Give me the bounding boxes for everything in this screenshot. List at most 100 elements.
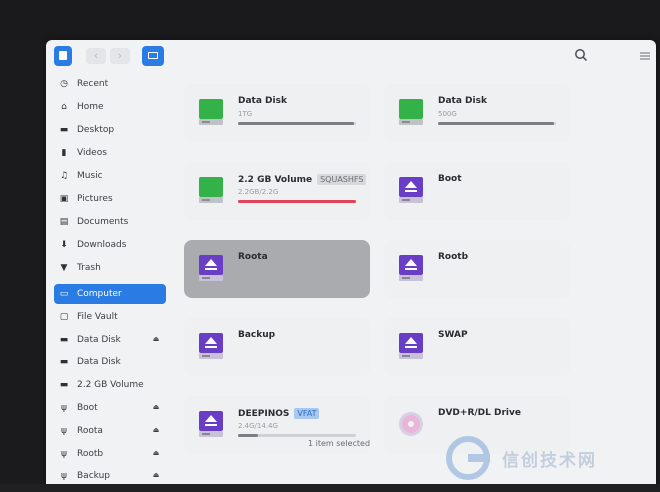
sidebar-item-home[interactable]: ⌂ Home	[54, 97, 166, 117]
device-name: 2.2 GB Volume SQUASHFS	[238, 174, 367, 185]
sidebar-item-videos[interactable]: ▮ Videos	[54, 143, 166, 163]
sidebar-item-label: Backup	[77, 471, 110, 482]
removable-disk-icon	[399, 177, 423, 203]
sidebar-item-data-disk[interactable]: ▬ Data Disk ⏏	[54, 330, 166, 350]
usage-bar	[438, 122, 556, 125]
video-icon: ▮	[61, 148, 67, 158]
sidebar-item-label: File Vault	[77, 311, 118, 322]
file-manager-logo-icon	[54, 46, 72, 66]
device-name: Boot	[438, 174, 462, 184]
device-card-swap[interactable]: SWAP	[384, 318, 570, 376]
eject-icon[interactable]: ⏏	[152, 403, 160, 411]
sidebar-item-label: Boot	[77, 403, 98, 413]
device-name: DVD+R/DL Drive	[438, 408, 521, 418]
device-name-text: Data Disk	[238, 96, 287, 106]
removable-disk-icon	[199, 411, 223, 437]
usb-icon: ψ	[61, 448, 67, 459]
usage-bar-fill	[238, 434, 259, 437]
sidebar-item-2-2-gb-volume[interactable]: ▬ 2.2 GB Volume	[54, 375, 166, 395]
sidebar-item-recent[interactable]: ◷ Recent	[54, 74, 166, 94]
eject-icon[interactable]: ⏏	[152, 471, 160, 479]
eject-icon[interactable]: ⏏	[152, 426, 160, 434]
sidebar-item-label: Roota	[77, 425, 103, 436]
sidebar-item-label: Rootb	[77, 448, 104, 459]
sidebar-item-label: 2.2 GB Volume	[77, 380, 144, 391]
device-name: Data Disk	[238, 96, 287, 106]
removable-disk-icon	[199, 255, 223, 281]
sidebar-item-label: Recent	[77, 79, 109, 89]
hard-disk-icon	[399, 99, 423, 125]
home-icon: ⌂	[61, 102, 67, 112]
sidebar-item-label: Desktop	[77, 125, 115, 135]
filesystem-badge: VFAT	[294, 408, 320, 419]
sidebar-item-music[interactable]: ♫ Music	[54, 166, 166, 186]
picture-icon: ▣	[59, 194, 69, 204]
eject-icon[interactable]: ⏏	[152, 449, 160, 457]
sidebar-item-label: Trash	[77, 263, 101, 273]
computer-icon: ▭	[59, 289, 69, 299]
device-name: Backup	[238, 330, 275, 340]
device-card-boot[interactable]: Boot	[384, 162, 570, 220]
usage-bar	[238, 434, 356, 437]
forward-button[interactable]: ›	[110, 48, 130, 64]
device-name-text: Backup	[238, 330, 276, 340]
search-icon[interactable]	[574, 48, 588, 62]
usb-icon: ψ	[61, 403, 67, 413]
device-name-text: Boot	[438, 174, 462, 184]
sidebar-item-label: Computer	[77, 289, 122, 299]
usage-bar	[238, 122, 356, 125]
computer-view: Data Disk 1TG Data Disk 500G 2.2 GB Volume SQ…	[170, 72, 656, 486]
device-card-backup[interactable]: Backup	[184, 318, 370, 376]
device-capacity: 1TG	[238, 110, 253, 118]
sidebar: ◷ Recent ⌂ Home ▬ Desktop ▮ Videos ♫ Music ▣ Pictur…	[46, 72, 170, 486]
usb-icon: ψ	[61, 425, 67, 436]
sidebar-item-label: Pictures	[77, 194, 113, 204]
usage-bar-fill	[238, 200, 356, 203]
filesystem-badge: SQUASHFS	[317, 174, 367, 185]
removable-disk-icon	[199, 333, 223, 359]
device-name: SWAP	[438, 330, 468, 340]
disk-icon: ▬	[59, 357, 69, 368]
watermark-logo-icon	[446, 436, 490, 480]
sidebar-item-documents[interactable]: ▤ Documents	[54, 212, 166, 232]
music-icon: ♫	[59, 171, 69, 181]
monitor-bezel	[0, 0, 660, 40]
disk-icon: ▬	[59, 380, 69, 391]
sidebar-item-rootb[interactable]: ψ Rootb ⏏	[54, 444, 166, 464]
device-capacity: 2.4G/14.4G	[238, 422, 278, 430]
monitor-bezel-bottom	[0, 484, 660, 492]
device-capacity: 2.2GB/2.2G	[238, 188, 279, 196]
sidebar-item-pictures[interactable]: ▣ Pictures	[54, 189, 166, 209]
hard-disk-icon	[199, 99, 223, 125]
sidebar-item-desktop[interactable]: ▬ Desktop	[54, 120, 166, 140]
device-card-data-disk[interactable]: Data Disk 500G	[384, 84, 570, 142]
sidebar-item-downloads[interactable]: ⬇ Downloads	[54, 235, 166, 255]
sidebar-item-data-disk[interactable]: ▬ Data Disk	[54, 352, 166, 372]
device-name-text: DVD+R/DL Drive	[438, 408, 521, 418]
view-mode-button[interactable]	[142, 46, 164, 66]
sidebar-item-boot[interactable]: ψ Boot ⏏	[54, 398, 166, 418]
sidebar-item-label: Documents	[77, 217, 129, 227]
device-name: Roota	[238, 252, 268, 262]
removable-disk-icon	[399, 255, 423, 281]
device-card-rootb[interactable]: Rootb	[384, 240, 570, 298]
device-card-2-2-gb-volume[interactable]: 2.2 GB Volume SQUASHFS 2.2GB/2.2G	[184, 162, 370, 220]
sidebar-item-computer[interactable]: ▭ Computer	[54, 284, 166, 304]
sidebar-item-roota[interactable]: ψ Roota ⏏	[54, 421, 166, 441]
sidebar-item-file-vault[interactable]: ▢ File Vault	[54, 307, 166, 327]
back-button[interactable]: ‹	[86, 48, 106, 64]
document-icon: ▤	[59, 217, 69, 227]
sidebar-item-label: Music	[77, 171, 103, 181]
usage-bar	[238, 200, 356, 203]
sidebar-item-label: Videos	[77, 148, 107, 158]
device-card-data-disk[interactable]: Data Disk 1TG	[184, 84, 370, 142]
hard-disk-icon	[199, 177, 223, 203]
device-name: DEEPINOS VFAT	[238, 408, 320, 419]
sidebar-item-trash[interactable]: ▼ Trash	[54, 258, 166, 278]
device-name: Rootb	[438, 252, 468, 262]
sidebar-item-label: Home	[77, 102, 104, 112]
menu-icon[interactable]	[640, 52, 650, 60]
device-card-roota[interactable]: Roota	[184, 240, 370, 298]
usb-icon: ψ	[61, 471, 67, 482]
eject-icon[interactable]: ⏏	[152, 335, 160, 343]
